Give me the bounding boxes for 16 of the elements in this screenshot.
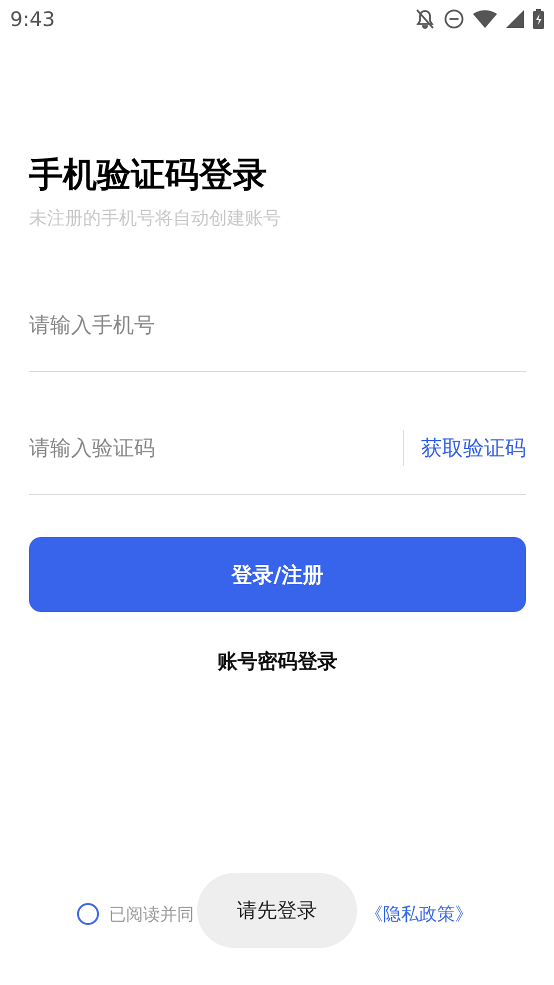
wifi-icon (473, 10, 497, 28)
get-code-button[interactable]: 获取验证码 (421, 434, 526, 462)
phone-input[interactable]: 请输入手机号 (29, 313, 526, 337)
battery-charging-icon (533, 9, 544, 29)
agreement-text: 已阅读并同 (109, 904, 194, 926)
code-input[interactable]: 请输入验证码 (29, 436, 403, 460)
login-toast: 请先登录 (197, 873, 357, 948)
agree-checkbox[interactable] (77, 903, 99, 925)
do-not-disturb-icon (444, 9, 464, 29)
privacy-link[interactable]: 《隐私政策》 (365, 902, 473, 926)
signal-icon (506, 10, 524, 28)
status-time: 9:43 (10, 7, 55, 31)
login-button[interactable]: 登录/注册 (29, 537, 526, 612)
password-login-link[interactable]: 账号密码登录 (218, 648, 338, 675)
page-title: 手机验证码登录 (29, 154, 268, 197)
bell-off-icon (415, 8, 435, 30)
